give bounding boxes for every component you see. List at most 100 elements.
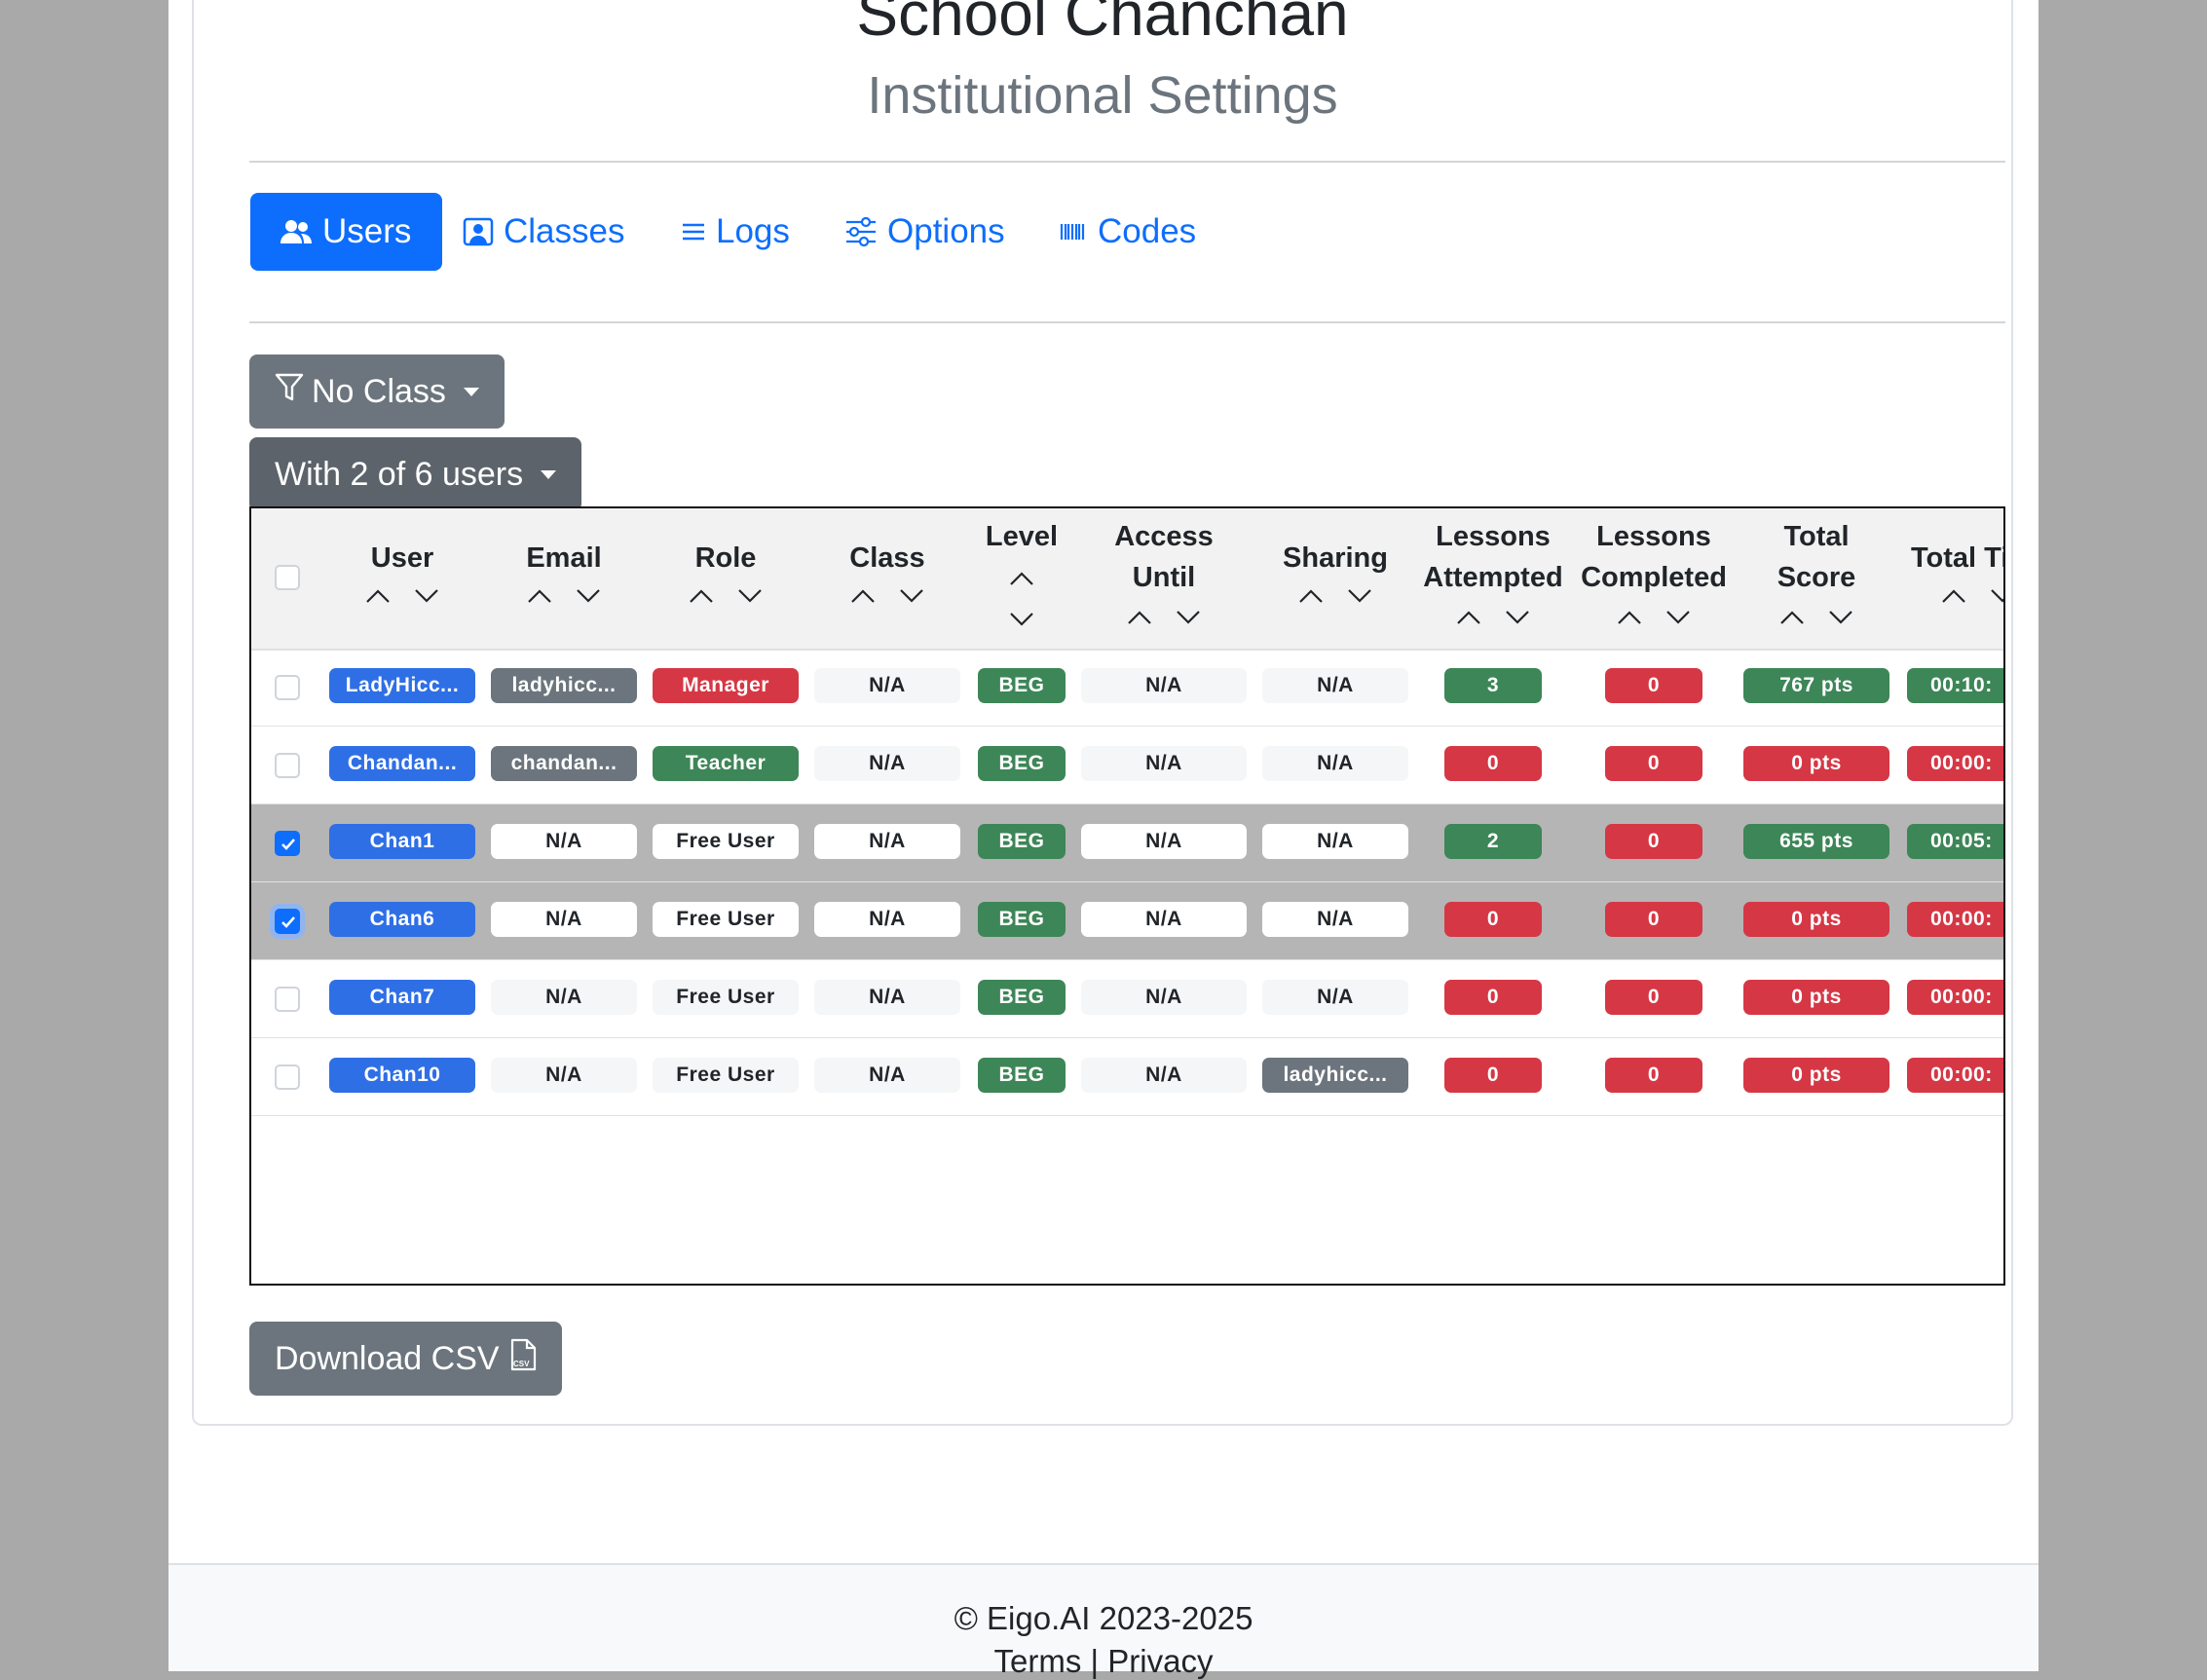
column-header-attempted[interactable]: Lessons Attempted: [1420, 508, 1566, 649]
column-header-label: Role: [694, 542, 757, 574]
table-header: User Email Role Class Level Access Until Sharin…: [251, 508, 2005, 651]
tab-logs[interactable]: Logs: [681, 193, 790, 271]
cell-attempted: 0: [1444, 746, 1542, 781]
cell-score: 0 pts: [1743, 980, 1889, 1015]
cell-email: ladyhicc...: [491, 668, 637, 703]
tab-users[interactable]: Users: [250, 193, 443, 271]
table-row[interactable]: LadyHicc... ladyhicc... Manager N/A BEG N/A N/…: [251, 649, 2003, 727]
tab-codes[interactable]: Codes: [1059, 193, 1196, 271]
cell-sharing: ladyhicc...: [1262, 1058, 1408, 1093]
sort-ascending-icon[interactable]: [1779, 610, 1805, 625]
table-row[interactable]: Chan10 N/A Free User N/A BEG N/A ladyhicc... 0 0…: [251, 1038, 2003, 1116]
column-header-role[interactable]: Role: [653, 508, 799, 649]
cell-user[interactable]: Chan7: [329, 980, 475, 1015]
sort-descending-icon[interactable]: [1176, 610, 1201, 625]
cell-completed: 0: [1605, 1058, 1702, 1093]
cell-level: BEG: [978, 980, 1066, 1015]
row-checkbox[interactable]: [275, 1064, 300, 1090]
cell-time: 00:00:: [1907, 902, 2003, 937]
column-header-user[interactable]: User: [329, 508, 475, 649]
cell-user[interactable]: Chan10: [329, 1058, 475, 1093]
tab-options[interactable]: Options: [844, 193, 1005, 271]
cell-level: BEG: [978, 746, 1066, 781]
row-checkbox[interactable]: [275, 753, 300, 778]
filter-icon: [275, 372, 304, 412]
cell-time: 00:00:: [1907, 1058, 2003, 1093]
sort-descending-icon[interactable]: [899, 588, 924, 604]
table-row[interactable]: Chan1 N/A Free User N/A BEG N/A N/A 2 0 655 pts 00…: [251, 804, 2003, 882]
sort-ascending-icon[interactable]: [365, 588, 391, 604]
sort-descending-icon[interactable]: [1665, 610, 1691, 625]
cell-user[interactable]: Chan1: [329, 824, 475, 859]
cell-role: Free User: [653, 980, 799, 1015]
cell-role: Free User: [653, 824, 799, 859]
column-header-completed[interactable]: Lessons Completed: [1581, 508, 1727, 649]
column-header-level[interactable]: Level: [978, 508, 1066, 649]
sort-ascending-icon[interactable]: [1127, 610, 1152, 625]
cell-score: 0 pts: [1743, 902, 1889, 937]
cell-sharing: N/A: [1262, 902, 1408, 937]
sort-ascending-icon[interactable]: [1298, 588, 1324, 604]
csv-file-icon: CSV: [509, 1338, 537, 1380]
download-csv-button[interactable]: Download CSV CSV: [249, 1322, 562, 1396]
tab-users-label: Users: [322, 212, 412, 250]
users-table[interactable]: User Email Role Class Level Access Until Sharin…: [249, 506, 2005, 1286]
row-checkbox[interactable]: [275, 987, 300, 1012]
class-filter-dropdown[interactable]: No Class: [249, 355, 505, 429]
column-header-email[interactable]: Email: [491, 508, 637, 649]
sort-ascending-icon[interactable]: [1941, 588, 1966, 604]
cell-user[interactable]: Chan6: [329, 902, 475, 937]
sliders-icon: [844, 217, 878, 246]
divider: [249, 321, 2005, 323]
cell-class: N/A: [814, 824, 960, 859]
column-header-class[interactable]: Class: [814, 508, 960, 649]
cell-sharing: N/A: [1262, 746, 1408, 781]
sort-descending-icon[interactable]: [1828, 610, 1853, 625]
sort-descending-icon[interactable]: [1990, 588, 2003, 604]
table-row[interactable]: Chandan... chandan... Teacher N/A BEG N/A N/A 0…: [251, 727, 2003, 804]
column-header-access[interactable]: Access Until: [1081, 508, 1247, 649]
sort-descending-icon[interactable]: [414, 588, 439, 604]
sort-descending-icon[interactable]: [1505, 610, 1530, 625]
sort-descending-icon[interactable]: [737, 588, 763, 604]
sort-ascending-icon[interactable]: [1617, 610, 1642, 625]
column-header-time[interactable]: Total Ti: [1905, 508, 2005, 649]
cell-completed: 0: [1605, 980, 1702, 1015]
sort-descending-icon[interactable]: [1347, 588, 1372, 604]
tab-classes[interactable]: Classes: [463, 193, 624, 271]
cell-user[interactable]: LadyHicc...: [329, 668, 475, 703]
table-row[interactable]: Chan7 N/A Free User N/A BEG N/A N/A 0 0 0 pts 00:0…: [251, 960, 2003, 1038]
column-header-label: Lessons Completed: [1581, 521, 1727, 593]
sort-ascending-icon[interactable]: [850, 588, 876, 604]
column-header-label: Sharing: [1283, 542, 1388, 574]
user-selection-dropdown[interactable]: With 2 of 6 users: [249, 437, 582, 511]
user-selection-label: With 2 of 6 users: [275, 455, 524, 493]
sort-ascending-icon[interactable]: [1009, 571, 1034, 586]
sort-descending-icon[interactable]: [576, 588, 601, 604]
cell-class: N/A: [814, 746, 960, 781]
row-checkbox[interactable]: [275, 831, 300, 856]
footer-links[interactable]: Terms | Privacy: [168, 1643, 2039, 1680]
sort-ascending-icon[interactable]: [1456, 610, 1481, 625]
column-header-label: Total Ti: [1911, 542, 2005, 574]
cell-access: N/A: [1081, 668, 1247, 703]
row-checkbox[interactable]: [275, 675, 300, 700]
column-header-label: Class: [849, 542, 925, 574]
column-header-label: Access Until: [1114, 521, 1214, 593]
cell-attempted: 0: [1444, 1058, 1542, 1093]
sort-descending-icon[interactable]: [1009, 612, 1034, 627]
table-row[interactable]: Chan6 N/A Free User N/A BEG N/A N/A 0 0 0 pts 00:0…: [251, 882, 2003, 960]
row-checkbox[interactable]: [275, 909, 300, 934]
sort-ascending-icon[interactable]: [527, 588, 552, 604]
cell-email: chandan...: [491, 746, 637, 781]
tab-codes-label: Codes: [1098, 212, 1197, 250]
cell-level: BEG: [978, 824, 1066, 859]
cell-email: N/A: [491, 902, 637, 937]
select-all-checkbox[interactable]: [275, 565, 300, 590]
column-header-score[interactable]: Total Score: [1743, 508, 1889, 649]
cell-class: N/A: [814, 980, 960, 1015]
sort-ascending-icon[interactable]: [689, 588, 714, 604]
cell-email: N/A: [491, 980, 637, 1015]
cell-user[interactable]: Chandan...: [329, 746, 475, 781]
column-header-sharing[interactable]: Sharing: [1262, 508, 1408, 649]
